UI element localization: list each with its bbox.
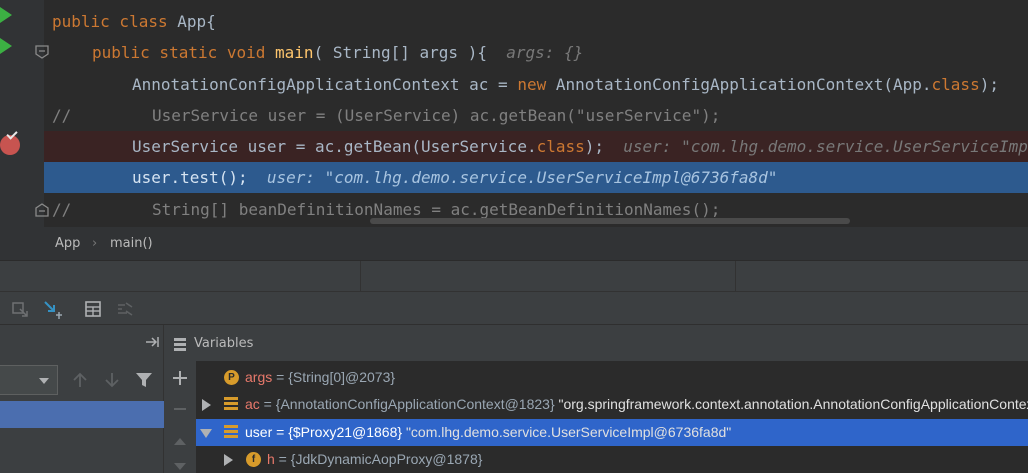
up-icon[interactable] xyxy=(71,371,89,389)
code-comment-marker: // xyxy=(52,106,72,125)
divider xyxy=(360,261,361,292)
variable-value: {$Proxy21@1868} xyxy=(288,424,403,440)
collapse-icon[interactable] xyxy=(200,429,212,438)
variable-value: {String[0]@2073} xyxy=(288,369,396,385)
variables-tree: P args = {String[0]@2073} ac = {Annotati… xyxy=(196,361,1028,473)
variable-value: {JdkDynamicAopProxy@1878} xyxy=(290,451,483,467)
variable-row[interactable]: f h = {JdkDynamicAopProxy@1878} xyxy=(196,446,1028,473)
variable-row[interactable]: P args = {String[0]@2073} xyxy=(196,364,1028,391)
variables-icon xyxy=(174,338,186,351)
code-text: { xyxy=(206,12,216,31)
restore-layout-icon[interactable] xyxy=(8,297,32,321)
variable-name: user xyxy=(245,424,273,440)
debug-tab-strip xyxy=(0,260,1028,292)
code-text: ( String[] args ){ xyxy=(313,43,487,62)
field-f-icon: f xyxy=(246,452,261,467)
variable-equals: = xyxy=(259,396,276,412)
variable-equals: = xyxy=(272,424,289,440)
inline-debug-hint: args: {} xyxy=(506,43,584,62)
down-icon[interactable] xyxy=(103,371,121,389)
code-keyword: public static void xyxy=(92,43,276,62)
code-keyword: new xyxy=(517,75,547,94)
variables-title: Variables xyxy=(194,336,254,351)
expand-icon[interactable] xyxy=(202,399,211,411)
remove-icon[interactable] xyxy=(172,401,188,417)
parameter-icon: P xyxy=(224,370,239,385)
variables-panel: Variables P args = {String[0]@2073} ac =… xyxy=(164,325,1028,473)
field-icon xyxy=(224,397,238,412)
variable-name: ac xyxy=(245,396,260,412)
variable-string-value: "com.lhg.demo.service.UserServiceImpl@67… xyxy=(402,424,732,440)
breadcrumb-method[interactable]: main() xyxy=(110,236,153,251)
add-watch-icon[interactable] xyxy=(172,370,188,386)
breadcrumb-class[interactable]: App xyxy=(55,236,80,251)
code-keyword: public class xyxy=(52,12,178,31)
code-keyword: class xyxy=(931,75,980,94)
breadcrumb: App › main() xyxy=(0,227,1028,260)
thread-selector[interactable] xyxy=(0,365,58,395)
code-text: user.test(); xyxy=(132,168,248,187)
variable-equals: = xyxy=(274,451,291,467)
inline-debug-hint: user: "com.lhg.demo.service.UserServiceI… xyxy=(266,168,778,187)
filter-icon[interactable] xyxy=(135,371,153,389)
frames-panel xyxy=(0,325,164,473)
variable-string-value: "org.springframework.context.annotation.… xyxy=(558,396,1028,412)
code-keyword: class xyxy=(536,137,585,156)
variable-row[interactable]: ac = {AnnotationConfigApplicationContext… xyxy=(196,391,1028,418)
horizontal-scrollbar[interactable] xyxy=(370,218,850,224)
variable-value: {AnnotationConfigApplicationContext@1823… xyxy=(275,396,555,412)
code-text: ); xyxy=(584,137,605,156)
step-into-icon[interactable] xyxy=(40,297,64,321)
code-text: App xyxy=(177,12,207,31)
code-method-name: main xyxy=(275,43,314,62)
code-text: AnnotationConfigApplicationContext ac = xyxy=(132,75,518,94)
current-execution-line[interactable]: user.test(); user: "com.lhg.demo.service… xyxy=(44,162,1028,193)
code-line[interactable]: AnnotationConfigApplicationContext ac = … xyxy=(0,69,1028,100)
evaluate-icon[interactable] xyxy=(81,297,105,321)
breakpoint-line[interactable]: UserService user = ac.getBean(UserServic… xyxy=(44,131,1028,162)
chevron-down-icon xyxy=(39,378,49,384)
down-icon[interactable] xyxy=(172,461,188,473)
code-text: AnnotationConfigApplicationContext(App. xyxy=(546,75,932,94)
code-line[interactable]: public class App{ xyxy=(0,6,1028,37)
divider xyxy=(735,261,736,292)
code-editor[interactable]: public class App{ public static void mai… xyxy=(0,0,1028,227)
breadcrumb-separator: › xyxy=(92,236,98,251)
code-line[interactable]: public static void main( String[] args )… xyxy=(0,37,1028,68)
variable-row-selected[interactable]: user = {$Proxy21@1868} "com.lhg.demo.ser… xyxy=(196,419,1028,446)
field-icon xyxy=(224,425,238,440)
code-text: ); xyxy=(979,75,999,94)
debug-toolbar xyxy=(0,291,1028,325)
up-icon[interactable] xyxy=(172,435,188,447)
code-text: UserService user = ac.getBean(UserServic… xyxy=(132,137,537,156)
code-comment-marker: // xyxy=(52,200,72,219)
variables-toolbar xyxy=(164,361,196,473)
code-line[interactable]: // UserService user = (UserService) ac.g… xyxy=(0,100,1028,131)
variable-name: h xyxy=(267,451,275,467)
code-comment: UserService user = (UserService) ac.getB… xyxy=(152,106,721,125)
expand-icon[interactable] xyxy=(224,454,233,466)
variable-equals: = xyxy=(272,369,289,385)
selected-frame-row[interactable] xyxy=(0,401,164,428)
pin-icon[interactable] xyxy=(144,335,160,349)
inline-debug-hint: user: "com.lhg.demo.service.UserServiceI… xyxy=(623,137,1028,156)
trace-icon[interactable] xyxy=(113,297,137,321)
variable-name: args xyxy=(245,369,273,385)
